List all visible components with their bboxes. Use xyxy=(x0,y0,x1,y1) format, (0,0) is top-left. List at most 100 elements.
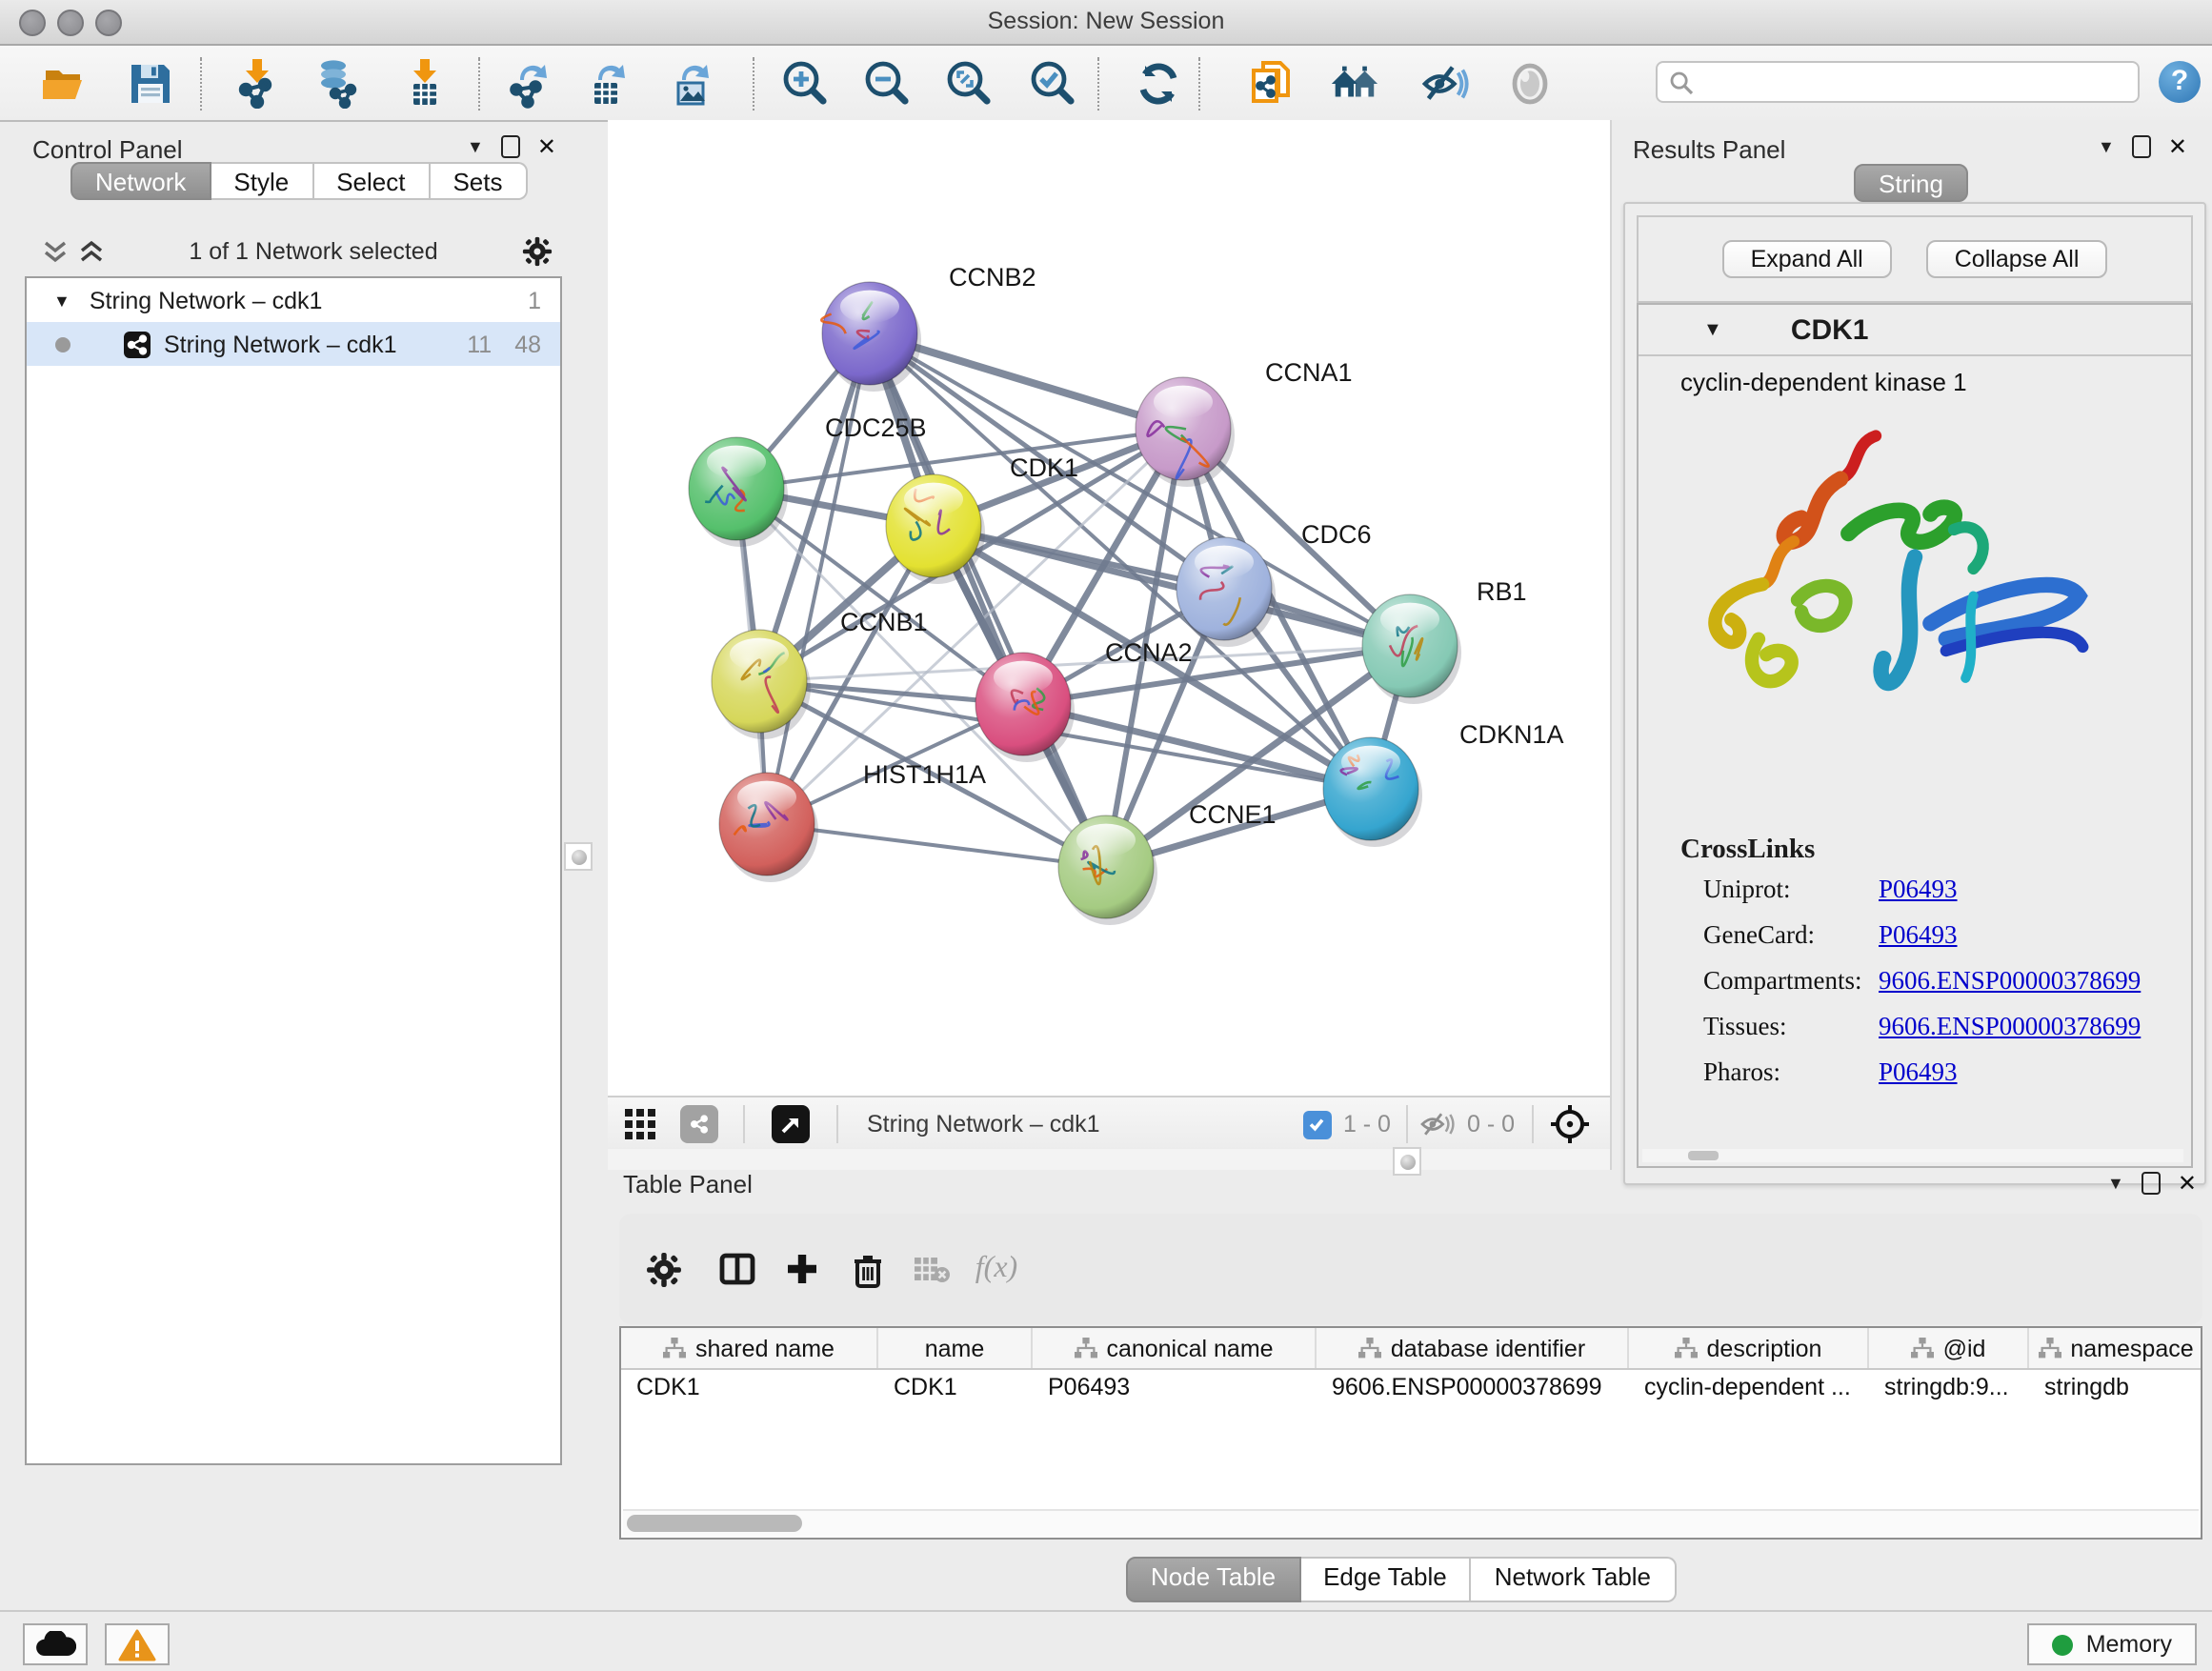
table-row[interactable]: CDK1CDK1P064939606.ENSP00000378699cyclin… xyxy=(621,1370,2201,1406)
expand-all-button[interactable]: Expand All xyxy=(1722,240,1892,278)
tab-network[interactable]: Network xyxy=(70,162,211,200)
network-collection-row[interactable]: ▼ String Network – cdk1 1 xyxy=(27,278,560,322)
scrollbar-thumb[interactable] xyxy=(627,1515,802,1532)
import-network-file-button[interactable] xyxy=(231,57,282,109)
expand-all-icon[interactable] xyxy=(78,240,105,263)
search-input[interactable] xyxy=(1694,67,2082,97)
tab-edge-table[interactable]: Edge Table xyxy=(1300,1557,1472,1602)
open-session-button[interactable] xyxy=(38,57,90,109)
table-panel-menu-icon[interactable]: ▼ xyxy=(2107,1174,2124,1193)
crosslink-link[interactable]: P06493 xyxy=(1879,875,1958,905)
network-canvas[interactable]: CCNB2CCNA1CDC25BCDK1CDC6RB1CCNB1CCNA2CDK… xyxy=(608,120,1610,1096)
protein-expander-icon[interactable]: ▼ xyxy=(1703,319,1722,340)
node-CDKN1A[interactable] xyxy=(1323,737,1422,847)
zoom-in-button[interactable] xyxy=(779,57,831,109)
tab-sets[interactable]: Sets xyxy=(430,162,527,200)
import-network-database-button[interactable] xyxy=(311,57,362,109)
network-status-dot xyxy=(55,336,70,352)
results-close-panel-icon[interactable]: ✕ xyxy=(2168,137,2187,156)
network-options-gear-icon[interactable] xyxy=(522,236,553,267)
home-button[interactable] xyxy=(1328,57,1379,109)
tree-expander-icon[interactable]: ▼ xyxy=(53,291,70,310)
horizontal-splitter[interactable] xyxy=(608,1149,1610,1170)
collapse-all-icon[interactable] xyxy=(42,240,69,263)
zoom-out-button[interactable] xyxy=(861,57,913,109)
results-float-panel-icon[interactable] xyxy=(2132,135,2151,158)
network-row-selected[interactable]: String Network – cdk1 11 48 xyxy=(27,322,560,366)
cloud-button[interactable] xyxy=(23,1623,88,1665)
tab-node-table[interactable]: Node Table xyxy=(1126,1557,1300,1602)
left-splitter-handle[interactable] xyxy=(564,842,593,871)
table-cell[interactable]: 9606.ENSP00000378699 xyxy=(1317,1370,1629,1406)
crosslink-label: Compartments: xyxy=(1680,966,1879,997)
results-panel-menu-icon[interactable]: ▼ xyxy=(2098,137,2115,156)
node-table[interactable]: shared namenamecanonical namedatabase id… xyxy=(619,1326,2202,1540)
export-image-button[interactable] xyxy=(665,57,716,109)
close-panel-icon[interactable]: ✕ xyxy=(537,137,556,156)
panel-menu-icon[interactable]: ▼ xyxy=(467,137,484,156)
crosslink-link[interactable]: 9606.ENSP00000378699 xyxy=(1879,1012,2141,1042)
zoom-selected-button[interactable] xyxy=(1027,57,1078,109)
collapse-all-button[interactable]: Collapse All xyxy=(1926,240,2108,278)
grid-view-icon[interactable] xyxy=(625,1108,657,1140)
edge-CCNA1-CDC25B[interactable] xyxy=(736,429,1183,489)
table-close-panel-icon[interactable]: ✕ xyxy=(2178,1174,2197,1193)
add-column-icon[interactable] xyxy=(770,1252,835,1286)
table-float-panel-icon[interactable] xyxy=(2142,1172,2161,1195)
export-network-button[interactable] xyxy=(503,57,554,109)
eye-disabled-icon xyxy=(1504,58,1554,108)
node-CDK1[interactable] xyxy=(886,474,985,584)
export-table-button[interactable] xyxy=(581,57,633,109)
tab-select[interactable]: Select xyxy=(313,162,430,200)
node-CDC6[interactable] xyxy=(1176,537,1276,647)
crosslink-link[interactable]: P06493 xyxy=(1879,1057,1958,1088)
apply-layout-button[interactable] xyxy=(1132,57,1183,109)
zoom-fit-button[interactable] xyxy=(943,57,995,109)
protein-card-header[interactable]: ▼ CDK1 xyxy=(1639,305,2191,356)
show-all-button[interactable] xyxy=(1503,57,1555,109)
column-header-3[interactable]: database identifier xyxy=(1317,1328,1629,1368)
column-header-6[interactable]: namespace xyxy=(2029,1328,2202,1368)
tab-network-table[interactable]: Network Table xyxy=(1472,1557,1676,1602)
table-cell[interactable]: P06493 xyxy=(1033,1370,1317,1406)
node-RB1[interactable] xyxy=(1362,594,1461,704)
import-table-file-button[interactable] xyxy=(398,57,450,109)
clone-network-button[interactable] xyxy=(1246,57,1297,109)
warnings-button[interactable] xyxy=(105,1623,170,1665)
float-panel-icon[interactable] xyxy=(501,135,520,158)
selected-checkbox-icon[interactable] xyxy=(1303,1110,1332,1138)
crosslink-link[interactable]: P06493 xyxy=(1879,920,1958,951)
delete-column-trash-icon[interactable] xyxy=(835,1251,899,1287)
table-cell[interactable]: CDK1 xyxy=(878,1370,1033,1406)
crosshair-icon[interactable] xyxy=(1549,1103,1591,1145)
help-button[interactable]: ? xyxy=(2159,61,2201,103)
node-CCNE1[interactable] xyxy=(1058,815,1157,925)
column-header-4[interactable]: description xyxy=(1629,1328,1869,1368)
hide-selected-button[interactable] xyxy=(1419,57,1471,109)
node-CCNA2[interactable] xyxy=(975,653,1075,762)
table-horizontal-scrollbar[interactable] xyxy=(623,1509,2199,1536)
network-view-share-icon[interactable] xyxy=(680,1105,718,1143)
column-header-5[interactable]: @id xyxy=(1869,1328,2029,1368)
column-header-0[interactable]: shared name xyxy=(621,1328,878,1368)
zoom-in-icon xyxy=(779,57,831,109)
table-settings-gear-icon[interactable] xyxy=(631,1251,695,1287)
memory-status-dot xyxy=(2052,1634,2073,1655)
tab-style[interactable]: Style xyxy=(211,162,313,200)
table-cell[interactable]: stringdb:9... xyxy=(1869,1370,2029,1406)
save-session-button[interactable] xyxy=(124,57,175,109)
node-CCNA1[interactable] xyxy=(1136,377,1235,487)
protein-card-scrollbar[interactable] xyxy=(1642,1149,2183,1162)
column-header-1[interactable]: name xyxy=(878,1328,1033,1368)
crosslink-link[interactable]: 9606.ENSP00000378699 xyxy=(1879,966,2141,997)
table-cell[interactable]: CDK1 xyxy=(621,1370,878,1406)
memory-button[interactable]: Memory xyxy=(2027,1623,2197,1665)
table-cell[interactable]: cyclin-dependent ... xyxy=(1629,1370,1869,1406)
node-CDC25B[interactable] xyxy=(689,437,788,547)
birds-eye-view-icon[interactable] xyxy=(772,1105,810,1143)
column-header-2[interactable]: canonical name xyxy=(1033,1328,1317,1368)
window-title: Session: New Session xyxy=(0,8,2212,34)
tab-string[interactable]: String xyxy=(1854,164,1968,202)
table-cell[interactable]: stringdb xyxy=(2029,1370,2202,1406)
show-columns-icon[interactable] xyxy=(705,1252,770,1286)
